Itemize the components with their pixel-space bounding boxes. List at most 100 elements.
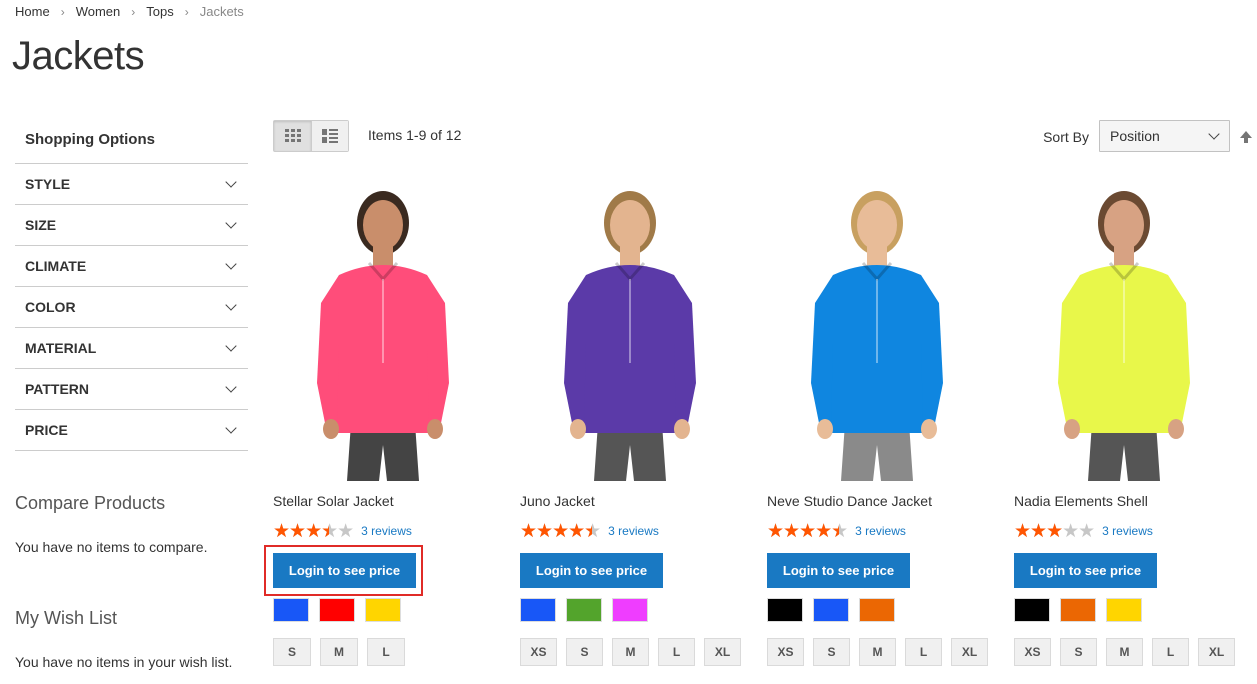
size-option[interactable]: M: [320, 638, 358, 666]
shopping-options-title: Shopping Options: [15, 118, 248, 164]
size-option[interactable]: XL: [704, 638, 741, 666]
filter-material[interactable]: MATERIAL: [15, 328, 248, 369]
product-name[interactable]: Stellar Solar Jacket: [273, 493, 503, 513]
filter-price[interactable]: PRICE: [15, 410, 248, 451]
star-rating-icon: ★★★★★ ★★★★★: [273, 520, 354, 542]
chevron-right-icon: ›: [184, 4, 189, 19]
color-swatches: [520, 598, 750, 622]
filter-color[interactable]: COLOR: [15, 287, 248, 328]
sort-by-select[interactable]: Position: [1099, 120, 1230, 152]
breadcrumb-tops[interactable]: Tops: [146, 4, 173, 19]
page-title: Jackets: [12, 34, 145, 78]
star-rating-icon: ★★★★★ ★★★★★: [1014, 520, 1095, 542]
product-image[interactable]: [273, 183, 493, 481]
product-rating: ★★★★★ ★★★★★ 3 reviews: [767, 522, 997, 541]
highlight-box: [264, 545, 423, 596]
filter-pattern[interactable]: PATTERN: [15, 369, 248, 410]
breadcrumb-current: Jackets: [199, 4, 244, 19]
chevron-down-icon: [1207, 129, 1221, 143]
sidebar: Shopping Options STYLE SIZE CLIMATE COLOR MA…: [15, 118, 248, 451]
filter-label: PATTERN: [25, 381, 90, 397]
filter-size[interactable]: SIZE: [15, 205, 248, 246]
grid-icon: [284, 129, 301, 142]
product-image[interactable]: [520, 183, 740, 481]
filter-style[interactable]: STYLE: [15, 164, 248, 205]
breadcrumb-home[interactable]: Home: [15, 4, 50, 19]
product-card: Neve Studio Dance Jacket ★★★★★ ★★★★★ 3 r…: [767, 183, 997, 666]
size-option[interactable]: L: [367, 638, 405, 666]
size-options: XS S M L XL: [767, 638, 997, 666]
product-name[interactable]: Juno Jacket: [520, 493, 750, 513]
color-swatch[interactable]: [566, 598, 602, 622]
product-name[interactable]: Nadia Elements Shell: [1014, 493, 1244, 513]
chevron-down-icon: [224, 341, 238, 355]
product-rating: ★★★★★ ★★★★★ 3 reviews: [520, 522, 750, 541]
login-to-see-price-button[interactable]: Login to see price: [767, 553, 910, 588]
size-option[interactable]: M: [1106, 638, 1143, 666]
color-swatch[interactable]: [813, 598, 849, 622]
color-swatch[interactable]: [319, 598, 355, 622]
size-options: XS S M L XL: [1014, 638, 1244, 666]
product-image[interactable]: [767, 183, 987, 481]
reviews-link[interactable]: 3 reviews: [608, 524, 659, 538]
color-swatch[interactable]: [1060, 598, 1096, 622]
wishlist-title: My Wish List: [15, 608, 118, 628]
login-to-see-price-button[interactable]: Login to see price: [520, 553, 663, 588]
color-swatch[interactable]: [1014, 598, 1050, 622]
size-option[interactable]: L: [905, 638, 942, 666]
size-option[interactable]: S: [1060, 638, 1097, 666]
login-to-see-price-button[interactable]: Login to see price: [1014, 553, 1157, 588]
toolbar: Items 1-9 of 12 Sort By Position: [273, 120, 1257, 152]
size-option[interactable]: L: [1152, 638, 1189, 666]
color-swatches: [1014, 598, 1244, 622]
color-swatches: [273, 598, 503, 622]
filter-label: SIZE: [25, 217, 57, 233]
compare-products-empty-text: You have no items to compare.: [15, 539, 208, 555]
sort-direction-arrow-icon[interactable]: [1239, 130, 1253, 144]
size-option[interactable]: XL: [951, 638, 988, 666]
product-image[interactable]: [1014, 183, 1234, 481]
sort-by-value: Position: [1110, 128, 1160, 144]
grid-view-button[interactable]: [274, 121, 311, 151]
wishlist-empty-text: You have no items in your wish list.: [15, 654, 233, 670]
chevron-down-icon: [224, 423, 238, 437]
size-option[interactable]: XL: [1198, 638, 1235, 666]
chevron-down-icon: [224, 177, 238, 191]
filter-label: COLOR: [25, 299, 76, 315]
reviews-link[interactable]: 3 reviews: [855, 524, 906, 538]
size-option[interactable]: S: [273, 638, 311, 666]
size-option[interactable]: M: [859, 638, 896, 666]
size-option[interactable]: XS: [767, 638, 804, 666]
size-option[interactable]: S: [813, 638, 850, 666]
size-option[interactable]: XS: [1014, 638, 1051, 666]
list-view-button[interactable]: [311, 121, 348, 151]
color-swatches: [767, 598, 997, 622]
reviews-link[interactable]: 3 reviews: [361, 524, 412, 538]
chevron-right-icon: ›: [60, 4, 65, 19]
filter-climate[interactable]: CLIMATE: [15, 246, 248, 287]
color-swatch[interactable]: [1106, 598, 1142, 622]
product-card: Nadia Elements Shell ★★★★★ ★★★★★ 3 revie…: [1014, 183, 1244, 666]
chevron-down-icon: [224, 382, 238, 396]
color-swatch[interactable]: [520, 598, 556, 622]
color-swatch[interactable]: [767, 598, 803, 622]
color-swatch[interactable]: [859, 598, 895, 622]
chevron-down-icon: [224, 259, 238, 273]
size-option[interactable]: XS: [520, 638, 557, 666]
items-count: Items 1-9 of 12: [368, 127, 462, 143]
color-swatch[interactable]: [612, 598, 648, 622]
product-card: Stellar Solar Jacket ★★★★★ ★★★★★ 3 revie…: [264, 183, 503, 666]
color-swatch[interactable]: [273, 598, 309, 622]
filter-label: CLIMATE: [25, 258, 87, 274]
size-option[interactable]: M: [612, 638, 649, 666]
breadcrumb-women[interactable]: Women: [76, 4, 121, 19]
filter-label: MATERIAL: [25, 340, 97, 356]
size-option[interactable]: S: [566, 638, 603, 666]
filter-label: PRICE: [25, 422, 68, 438]
color-swatch[interactable]: [365, 598, 401, 622]
list-icon: [322, 129, 338, 143]
size-option[interactable]: L: [658, 638, 695, 666]
filter-label: STYLE: [25, 176, 71, 192]
product-name[interactable]: Neve Studio Dance Jacket: [767, 493, 997, 513]
reviews-link[interactable]: 3 reviews: [1102, 524, 1153, 538]
